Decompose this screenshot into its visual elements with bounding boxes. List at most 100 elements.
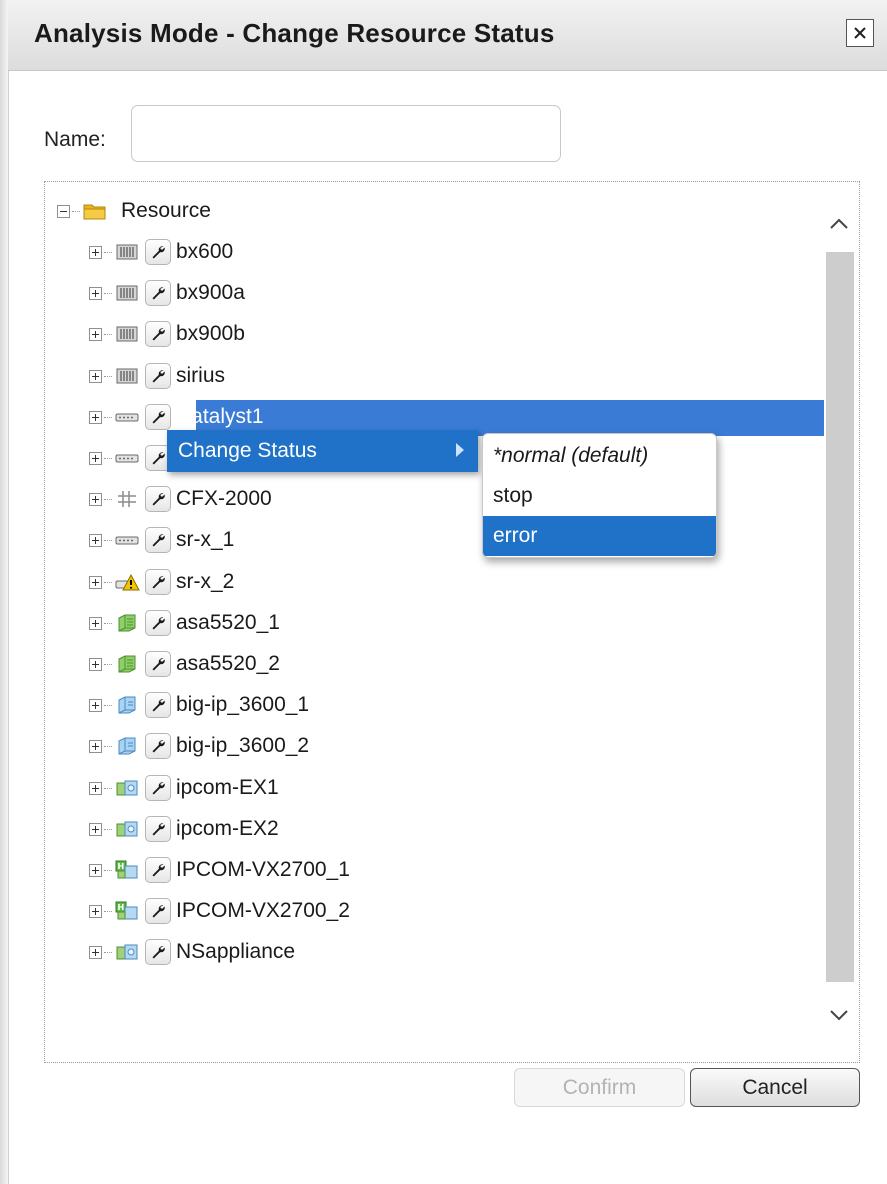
tree-item[interactable]: asa5520_1 <box>89 605 282 641</box>
expand-toggle[interactable] <box>89 533 102 547</box>
folder-icon <box>82 200 108 222</box>
tree-item-label: sirius <box>176 364 226 387</box>
tree-item[interactable]: asa5520_2 <box>89 646 282 682</box>
scroll-down-button[interactable] <box>824 998 854 1032</box>
switch-icon <box>114 447 140 469</box>
name-input[interactable] <box>131 105 561 162</box>
tree-item[interactable]: CFX-2000 <box>89 481 274 517</box>
expand-toggle[interactable] <box>89 410 102 424</box>
expand-toggle[interactable] <box>89 904 102 918</box>
name-label: Name: <box>44 128 106 151</box>
tree-item-label: big-ip_3600_1 <box>176 693 310 716</box>
tree-item-label: bx900b <box>176 322 245 345</box>
status-option-error[interactable]: error <box>483 516 716 556</box>
expand-toggle[interactable] <box>89 781 102 795</box>
tree-item[interactable]: ipcom-EX2 <box>89 811 281 847</box>
window-left-edge <box>0 0 9 1184</box>
scroll-up-button[interactable] <box>824 207 854 241</box>
wrench-icon[interactable] <box>145 321 171 347</box>
status-option-stop[interactable]: stop <box>483 476 716 516</box>
chassis-icon <box>114 365 140 387</box>
tree-item-label: IPCOM-VX2700_1 <box>176 858 350 881</box>
virtual-appliance-icon: H <box>114 900 140 922</box>
status-submenu: *normal (default) stop error <box>482 433 717 558</box>
expand-toggle[interactable] <box>89 575 102 589</box>
expand-toggle[interactable] <box>89 492 102 506</box>
tree-item[interactable]: H IPCOM-VX2700_2 <box>89 893 352 929</box>
tree-item-label: bx900a <box>176 281 245 304</box>
chassis-icon <box>114 282 140 304</box>
tree-item[interactable]: big-ip_3600_1 <box>89 687 311 723</box>
wrench-icon[interactable] <box>145 527 171 553</box>
tree-item-label: Catalyst1 <box>176 405 264 428</box>
tree-item-label: ipcom-EX1 <box>176 776 279 799</box>
expand-toggle[interactable] <box>89 616 102 630</box>
wrench-icon[interactable] <box>145 569 171 595</box>
wrench-icon[interactable] <box>145 733 171 759</box>
load-balancer-icon <box>114 694 140 716</box>
tree-item-label: ipcom-EX2 <box>176 817 279 840</box>
expand-toggle[interactable] <box>89 945 102 959</box>
svg-text:H: H <box>118 903 125 912</box>
load-balancer-icon <box>114 735 140 757</box>
tree-item-label: sr-x_1 <box>176 528 235 551</box>
context-menu-label: Change Status <box>178 439 317 462</box>
tree-item[interactable]: NSappliance <box>89 934 297 970</box>
wrench-icon[interactable] <box>145 610 171 636</box>
wrench-icon[interactable] <box>145 775 171 801</box>
close-button[interactable] <box>846 19 874 47</box>
switch-warning-icon <box>114 571 140 593</box>
tree-item[interactable]: sr-x_1 <box>89 522 236 558</box>
wrench-icon[interactable] <box>145 816 171 842</box>
expand-toggle[interactable] <box>89 739 102 753</box>
appliance-icon <box>114 777 140 799</box>
wrench-icon[interactable] <box>145 363 171 389</box>
wrench-icon[interactable] <box>145 404 171 430</box>
expand-toggle[interactable] <box>89 863 102 877</box>
close-icon <box>854 27 866 39</box>
expand-toggle[interactable] <box>89 451 102 465</box>
tree-item[interactable]: big-ip_3600_2 <box>89 728 311 764</box>
expand-toggle[interactable] <box>89 286 102 300</box>
wrench-icon[interactable] <box>145 898 171 924</box>
chevron-down-icon <box>830 1010 848 1021</box>
tree-item[interactable]: sr-x_2 <box>89 564 236 600</box>
tree-item-label: NSappliance <box>176 940 296 963</box>
switch-icon <box>114 406 140 428</box>
wrench-icon[interactable] <box>145 857 171 883</box>
appliance-icon <box>114 818 140 840</box>
expand-toggle[interactable] <box>89 698 102 712</box>
collapse-toggle[interactable] <box>57 204 70 218</box>
tree-item-label: sr-x_2 <box>176 570 235 593</box>
tree-item[interactable] <box>89 440 178 476</box>
tree-item[interactable]: sirius <box>89 358 227 394</box>
expand-toggle[interactable] <box>89 369 102 383</box>
wrench-icon[interactable] <box>145 239 171 265</box>
chassis-icon <box>114 241 140 263</box>
tree-item[interactable]: ipcom-EX1 <box>89 770 281 806</box>
virtual-appliance-icon: H <box>114 859 140 881</box>
tree-item[interactable]: H IPCOM-VX2700_1 <box>89 852 352 888</box>
tree-item[interactable]: bx900b <box>89 316 247 352</box>
wrench-icon[interactable] <box>145 486 171 512</box>
cancel-button[interactable]: Cancel <box>690 1068 860 1107</box>
status-option-normal[interactable]: *normal (default) <box>483 436 716 476</box>
expand-toggle[interactable] <box>89 245 102 259</box>
tree-root-row[interactable]: Resource <box>57 193 213 229</box>
scrollbar-thumb[interactable] <box>826 252 854 982</box>
tree-root-label: Resource <box>121 199 211 222</box>
wrench-icon[interactable] <box>145 280 171 306</box>
context-menu-change-status[interactable]: Change Status <box>167 430 478 472</box>
dialog-titlebar: Analysis Mode - Change Resource Status <box>8 0 887 71</box>
expand-toggle[interactable] <box>89 657 102 671</box>
confirm-button[interactable]: Confirm <box>514 1068 685 1107</box>
tree-item[interactable]: bx600 <box>89 234 235 270</box>
expand-toggle[interactable] <box>89 822 102 836</box>
expand-toggle[interactable] <box>89 327 102 341</box>
wrench-icon[interactable] <box>145 651 171 677</box>
tree-item[interactable]: bx900a <box>89 275 247 311</box>
tree-item-label: asa5520_1 <box>176 611 280 634</box>
wrench-icon[interactable] <box>145 939 171 965</box>
wrench-icon[interactable] <box>145 692 171 718</box>
tree-item-label: IPCOM-VX2700_2 <box>176 899 350 922</box>
